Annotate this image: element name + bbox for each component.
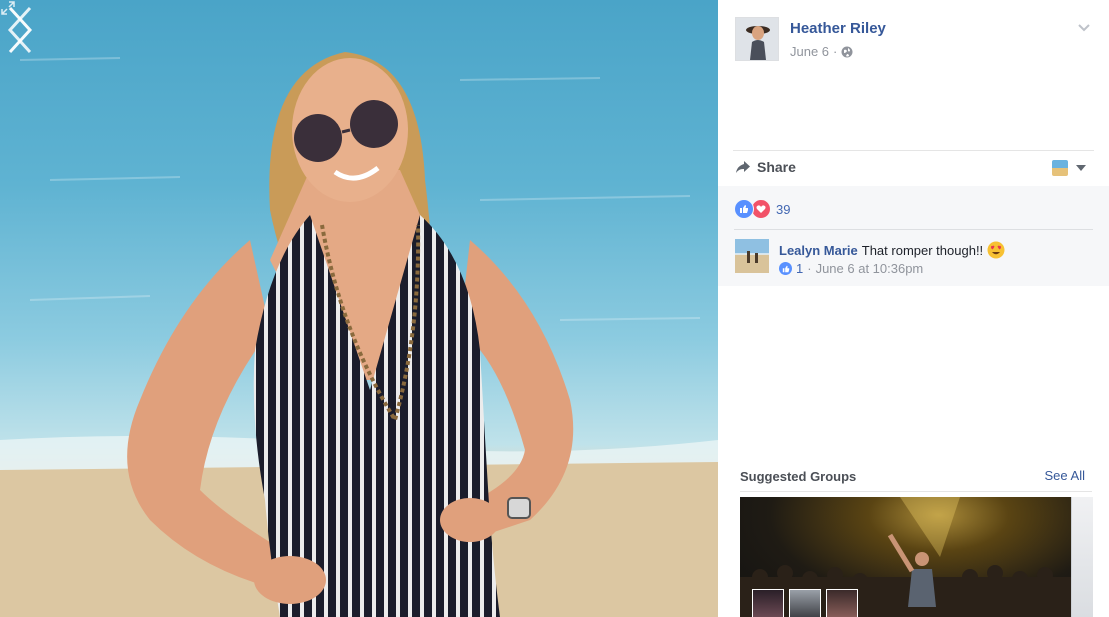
commenter-avatar[interactable] bbox=[735, 239, 769, 273]
suggested-group-card[interactable] bbox=[740, 497, 1071, 617]
post-options-chevron-icon[interactable] bbox=[1077, 20, 1091, 34]
comment-text: That romper though!! bbox=[861, 242, 984, 258]
reactions-and-comments: 39 Lealyn Marie That romper though!! 1 ·… bbox=[718, 186, 1109, 286]
share-arrow-icon bbox=[736, 161, 750, 173]
like-reaction-icon bbox=[734, 199, 754, 219]
post-date[interactable]: June 6 bbox=[790, 44, 829, 59]
author-avatar-image bbox=[736, 18, 778, 60]
next-photo-icon[interactable] bbox=[0, 0, 40, 60]
comment-meta: 1 · June 6 at 10:36pm bbox=[779, 261, 923, 276]
author-avatar[interactable] bbox=[735, 17, 779, 61]
share-label: Share bbox=[757, 159, 796, 175]
group-member-avatar[interactable] bbox=[752, 589, 784, 617]
reactions-summary[interactable]: 39 bbox=[734, 199, 790, 219]
photo-viewer[interactable] bbox=[0, 0, 718, 617]
globe-icon[interactable] bbox=[841, 46, 853, 58]
love-reaction-icon bbox=[751, 199, 771, 219]
meta-separator: · bbox=[807, 261, 812, 276]
commenter-name[interactable]: Lealyn Marie bbox=[779, 243, 858, 258]
post-details-panel: Heather Riley June 6 · Share 39 Lealyn M… bbox=[718, 0, 1109, 617]
comment-like-count[interactable]: 1 bbox=[796, 261, 803, 276]
heart-eyes-emoji-icon bbox=[987, 241, 1005, 259]
share-button[interactable]: Share bbox=[735, 159, 796, 175]
post-meta: June 6 · bbox=[790, 44, 853, 59]
post-photo bbox=[0, 52, 718, 617]
group-member-avatar[interactable] bbox=[789, 589, 821, 617]
caret-down-icon bbox=[1076, 165, 1086, 171]
see-all-link[interactable]: See All bbox=[1045, 468, 1085, 483]
next-group-card-edge[interactable] bbox=[1071, 497, 1093, 617]
suggested-groups-title: Suggested Groups bbox=[740, 469, 857, 484]
group-member-avatar[interactable] bbox=[826, 589, 858, 617]
divider bbox=[740, 491, 1092, 492]
comment: Lealyn Marie That romper though!! bbox=[779, 241, 1005, 259]
comment-timestamp[interactable]: June 6 at 10:36pm bbox=[816, 261, 924, 276]
page-thumbnail bbox=[1052, 160, 1068, 176]
divider bbox=[734, 229, 1093, 230]
post-actions-bar: Share bbox=[733, 150, 1094, 187]
comment-like-icon[interactable] bbox=[779, 262, 792, 275]
reactions-count: 39 bbox=[776, 201, 791, 217]
post-author-name[interactable]: Heather Riley bbox=[790, 20, 886, 37]
share-target-selector[interactable] bbox=[1052, 160, 1086, 176]
meta-separator: · bbox=[833, 44, 838, 59]
commenter-avatar-image bbox=[735, 251, 769, 263]
